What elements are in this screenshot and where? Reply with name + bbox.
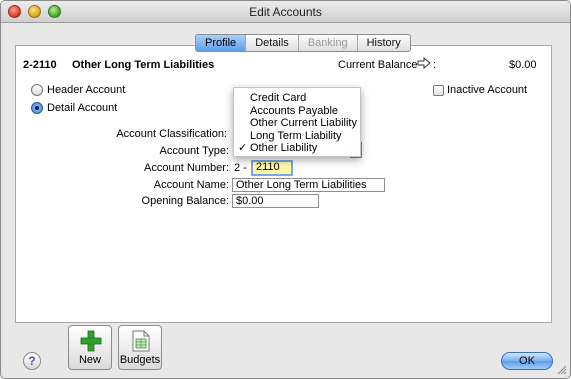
account-name-field[interactable]: Other Long Term Liabilities	[232, 178, 385, 192]
account-number-prefix: 2 -	[234, 162, 247, 174]
resize-grip-icon[interactable]	[556, 364, 566, 374]
radio-button-selected[interactable]	[31, 102, 43, 114]
current-balance-label: Current Balance	[338, 59, 418, 71]
spreadsheet-icon	[132, 330, 150, 352]
radio-label: Header Account	[47, 84, 126, 96]
tab-details[interactable]: Details	[246, 35, 299, 51]
menu-item-other-liability[interactable]: ✓ Other Liability	[234, 142, 360, 155]
tab-history[interactable]: History	[358, 35, 410, 51]
account-number-label: Account Number:	[144, 162, 229, 174]
checkbox-label: Inactive Account	[447, 84, 528, 96]
window-title: Edit Accounts	[249, 5, 322, 19]
menu-item-credit-card[interactable]: Credit Card	[234, 92, 360, 105]
arrow-right-icon	[417, 56, 431, 72]
radio-label: Detail Account	[47, 102, 118, 114]
tab-profile[interactable]: Profile	[196, 35, 247, 51]
opening-balance-label: Opening Balance:	[141, 195, 229, 207]
new-button-label: New	[78, 354, 101, 366]
menu-item-label: Other Liability	[250, 142, 318, 154]
detail-account-radio[interactable]: Detail Account	[31, 102, 117, 114]
header-account-radio[interactable]: Header Account	[31, 84, 125, 96]
edit-accounts-window: Edit Accounts Profile Details Banking Hi…	[0, 0, 571, 379]
account-title: Other Long Term Liabilities	[72, 59, 215, 71]
tab-banking: Banking	[299, 35, 358, 51]
current-balance-value: $0.00	[509, 59, 537, 71]
tab-bar: Profile Details Banking History	[195, 34, 411, 52]
new-button[interactable]: New	[68, 325, 112, 370]
account-classification-label: Account Classification:	[116, 128, 227, 140]
plus-icon	[80, 330, 102, 352]
account-code: 2-2110	[23, 59, 57, 71]
opening-balance-field[interactable]: $0.00	[232, 194, 319, 208]
help-button[interactable]: ?	[23, 352, 41, 370]
account-type-label: Account Type:	[159, 145, 229, 157]
radio-button[interactable]	[31, 84, 43, 96]
account-name-label: Account Name:	[153, 179, 229, 191]
menu-item-accounts-payable[interactable]: Accounts Payable	[234, 105, 360, 118]
titlebar: Edit Accounts	[1, 1, 570, 23]
account-number-field[interactable]: 2110	[251, 160, 293, 176]
inactive-account-checkbox[interactable]: Inactive Account	[433, 84, 527, 96]
budgets-button-label: Budgets	[119, 354, 161, 366]
checkbox[interactable]	[433, 84, 444, 96]
menu-item-long-term-liability[interactable]: Long Term Liability	[234, 130, 360, 143]
checkmark-icon: ✓	[238, 142, 248, 154]
account-type-menu: Credit Card Accounts Payable Other Curre…	[233, 87, 361, 157]
budgets-button[interactable]: Budgets	[118, 325, 162, 370]
ok-button[interactable]: OK	[501, 352, 553, 370]
menu-item-other-current-liability[interactable]: Other Current Liability	[234, 117, 360, 130]
